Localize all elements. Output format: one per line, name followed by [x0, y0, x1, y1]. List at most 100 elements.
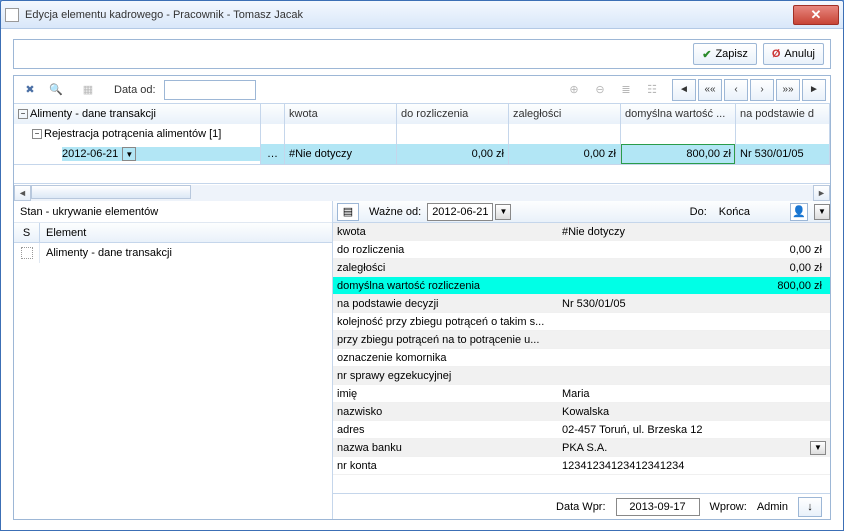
detail-row[interactable]: nr konta12341234123412341234	[333, 457, 830, 475]
tree-leaf-row[interactable]: 2012-06-21 ▼	[14, 144, 261, 164]
cell-domyslna[interactable]: 800,00 zł	[621, 144, 736, 164]
do-label: Do:	[684, 206, 713, 218]
empty-cell	[509, 124, 621, 144]
col-do-rozliczenia[interactable]: do rozliczenia	[397, 104, 509, 124]
cell-na-podstawie[interactable]: Nr 530/01/05	[736, 144, 830, 164]
scroll-thumb[interactable]	[31, 185, 191, 199]
close-button[interactable]: ✕	[793, 5, 839, 25]
cell-zaleglosci[interactable]: 0,00 zł	[509, 144, 621, 164]
detail-value[interactable]: PKA S.A.	[558, 442, 810, 454]
cell-do-rozliczenia[interactable]: 0,00 zł	[397, 144, 509, 164]
grid-icon[interactable]: ▦	[76, 79, 100, 101]
sort-icon[interactable]: ☷	[640, 79, 664, 101]
chevron-down-icon[interactable]: ▼	[495, 204, 511, 220]
add-icon[interactable]: ⊕	[562, 79, 586, 101]
detail-key: imię	[333, 388, 558, 400]
col-zaleglosci[interactable]: zaległości	[509, 104, 621, 124]
detail-row[interactable]: nazwiskoKowalska	[333, 403, 830, 421]
detail-key: nr konta	[333, 460, 558, 472]
detail-key: nazwisko	[333, 406, 558, 418]
detail-row[interactable]: kolejność przy zbiegu potrąceń o takim s…	[333, 313, 830, 331]
footer: Data Wpr: 2013-09-17 Wprow: Admin ↓	[333, 493, 830, 519]
nav-first[interactable]: ◄	[672, 79, 696, 101]
detail-value[interactable]: #Nie dotyczy	[558, 226, 830, 238]
col-domyslna[interactable]: domyślna wartość ...	[621, 104, 736, 124]
person-icon[interactable]: 👤	[790, 203, 808, 221]
filter-icon[interactable]: ≣	[614, 79, 638, 101]
col-element[interactable]: Element	[40, 223, 332, 242]
empty-cell	[736, 124, 830, 144]
detail-list: kwota#Nie dotyczydo rozliczenia0,00 złza…	[333, 223, 830, 493]
detail-row[interactable]: adres02-457 Toruń, ul. Brzeska 12	[333, 421, 830, 439]
cancel-button[interactable]: Ø Anuluj	[763, 43, 824, 65]
detail-key: nazwa banku	[333, 442, 558, 454]
state-checkbox-cell[interactable]	[14, 243, 40, 263]
data-wpr-value[interactable]: 2013-09-17	[616, 498, 700, 516]
detail-value[interactable]: 12341234123412341234	[558, 460, 830, 472]
chevron-down-icon[interactable]: ▼	[814, 204, 830, 220]
horizontal-scrollbar[interactable]: ◄ ►	[14, 183, 830, 201]
state-row[interactable]: Alimenty - dane transakcji	[14, 243, 332, 263]
toolbar: ✖ 🔍 ▦ Data od: ⊕ ⊖ ≣ ☷ ◄ «« ‹ › »» ►	[14, 76, 830, 104]
nav-last[interactable]: ►	[802, 79, 826, 101]
empty-cell	[397, 124, 509, 144]
empty-cell	[261, 124, 285, 144]
tools-icon[interactable]: ✖	[18, 79, 42, 101]
scroll-track[interactable]	[31, 185, 813, 201]
detail-row[interactable]: nr sprawy egzekucyjnej	[333, 367, 830, 385]
tree-child-row[interactable]: − Rejestracja potrącenia alimentów [1]	[14, 124, 261, 144]
main-panel: ✖ 🔍 ▦ Data od: ⊕ ⊖ ≣ ☷ ◄ «« ‹ › »» ►	[13, 75, 831, 520]
collapse-icon[interactable]: −	[32, 129, 42, 139]
detail-row[interactable]: na podstawie decyzjiNr 530/01/05	[333, 295, 830, 313]
detail-row[interactable]: nazwa bankuPKA S.A.▼	[333, 439, 830, 457]
detail-value[interactable]: 0,00 zł	[558, 244, 830, 256]
detail-key: kolejność przy zbiegu potrąceń o takim s…	[333, 316, 558, 328]
empty-cell	[285, 124, 397, 144]
down-arrow-button[interactable]: ↓	[798, 497, 822, 517]
detail-key: nr sprawy egzekucyjnej	[333, 370, 558, 382]
scroll-right-icon[interactable]: ►	[813, 185, 830, 201]
nav-back[interactable]: ‹	[724, 79, 748, 101]
detail-value[interactable]: Kowalska	[558, 406, 830, 418]
tree-leaf-date: 2012-06-21	[62, 148, 118, 160]
do-value: Końca	[713, 206, 756, 218]
save-button[interactable]: ✔ Zapisz	[693, 43, 757, 65]
nav-fast-back[interactable]: ««	[698, 79, 722, 101]
detail-row[interactable]: oznaczenie komornika	[333, 349, 830, 367]
detail-row[interactable]: do rozliczenia0,00 zł	[333, 241, 830, 259]
detail-row[interactable]: imięMaria	[333, 385, 830, 403]
nav-fast-fwd[interactable]: »»	[776, 79, 800, 101]
row-detail-button[interactable]: …	[261, 144, 285, 164]
cell-kwota[interactable]: #Nie dotyczy	[285, 144, 397, 164]
tree-root-row[interactable]: − Alimenty - dane transakcji	[14, 104, 261, 124]
col-na-podstawie[interactable]: na podstawie d	[736, 104, 830, 124]
detail-row[interactable]: przy zbiegu potrąceń na to potrącenie u.…	[333, 331, 830, 349]
search-icon[interactable]: 🔍	[44, 79, 68, 101]
scroll-left-icon[interactable]: ◄	[14, 185, 31, 201]
state-item-label: Alimenty - dane transakcji	[40, 243, 332, 263]
app-icon	[5, 8, 19, 22]
date-from-input[interactable]	[164, 80, 256, 100]
col-kwota[interactable]: kwota	[285, 104, 397, 124]
detail-row[interactable]: zaległości0,00 zł	[333, 259, 830, 277]
detail-value[interactable]: 800,00 zł	[558, 280, 830, 292]
detail-row[interactable]: domyślna wartość rozliczenia800,00 zł	[333, 277, 830, 295]
remove-icon[interactable]: ⊖	[588, 79, 612, 101]
document-icon[interactable]: ▤	[337, 203, 359, 221]
wazne-od-value[interactable]: 2012-06-21	[427, 203, 493, 221]
chevron-down-icon[interactable]: ▼	[810, 441, 826, 455]
nav-fwd[interactable]: ›	[750, 79, 774, 101]
detail-value[interactable]: 02-457 Toruń, ul. Brzeska 12	[558, 424, 830, 436]
detail-value[interactable]: 0,00 zł	[558, 262, 830, 274]
chevron-down-icon[interactable]: ▼	[122, 147, 136, 161]
detail-row[interactable]: kwota#Nie dotyczy	[333, 223, 830, 241]
wprow-value: Admin	[757, 501, 788, 513]
col-s[interactable]: S	[14, 223, 40, 242]
detail-value[interactable]: Maria	[558, 388, 830, 400]
tree-child-label: Rejestracja potrącenia alimentów [1]	[44, 128, 221, 140]
collapse-icon[interactable]: −	[18, 109, 28, 119]
checkbox-icon[interactable]	[21, 247, 33, 259]
state-pane: Stan - ukrywanie elementów S Element Ali…	[14, 201, 333, 519]
detail-btn-header	[261, 104, 285, 124]
detail-value[interactable]: Nr 530/01/05	[558, 298, 830, 310]
